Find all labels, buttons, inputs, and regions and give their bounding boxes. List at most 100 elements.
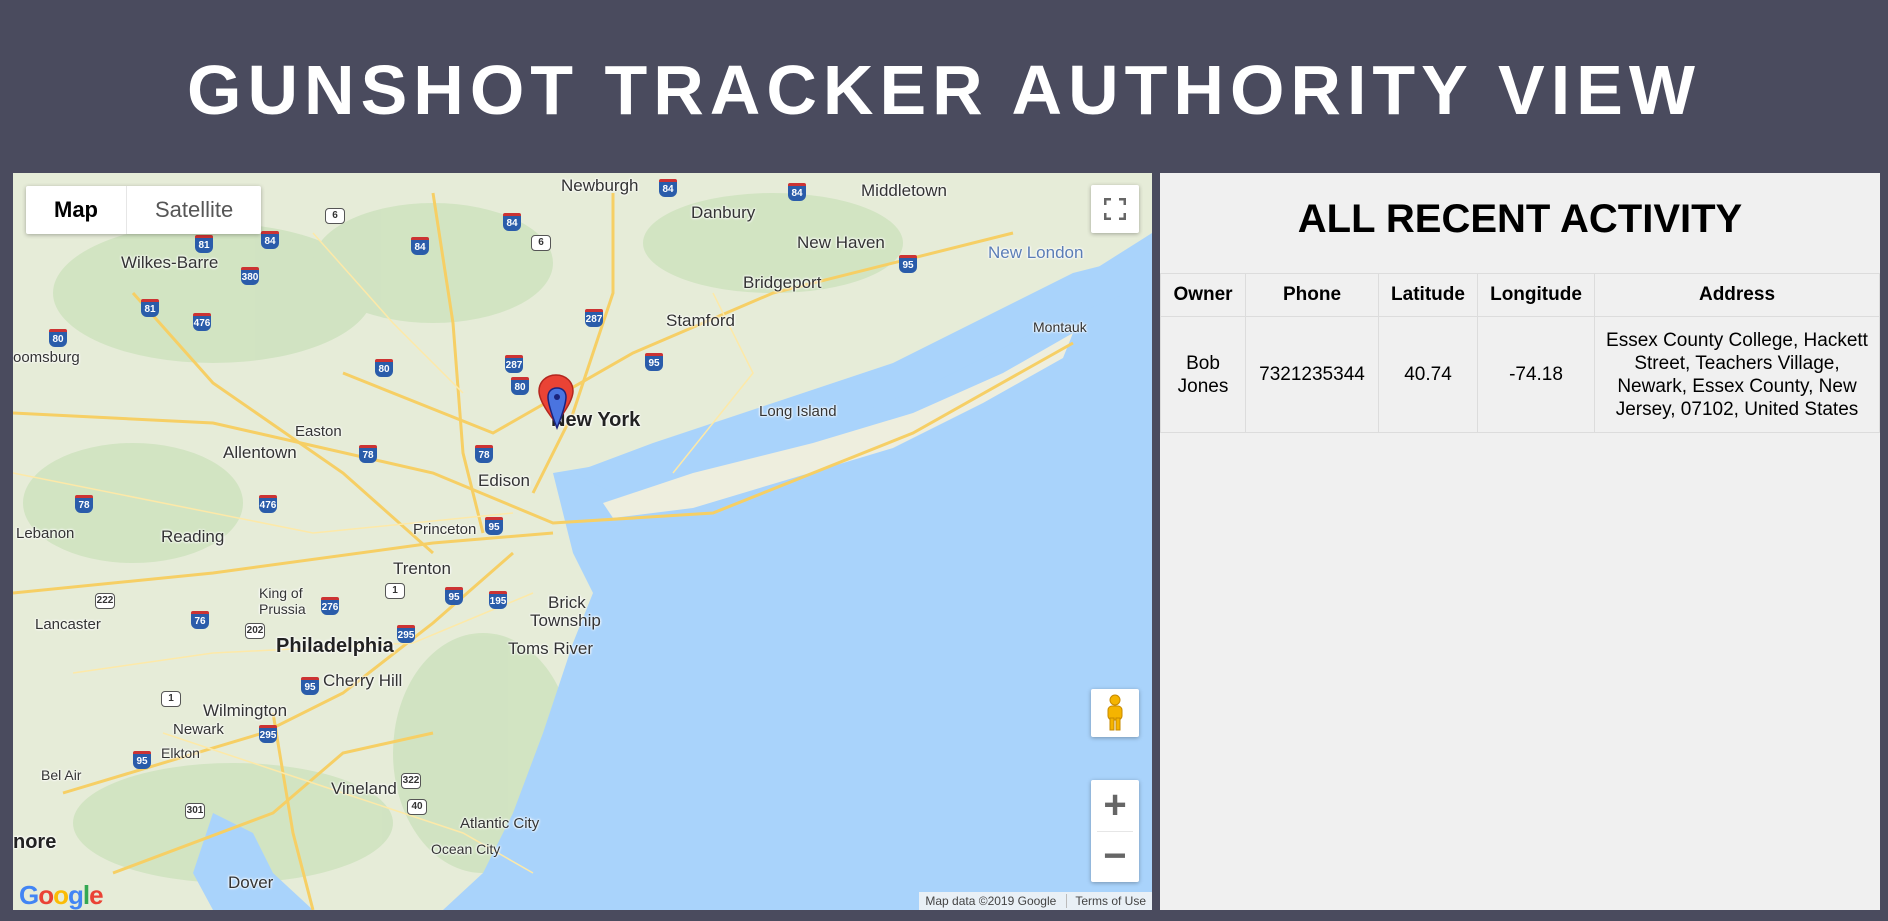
route-shield-6: 6: [531, 235, 551, 251]
map-label-vineland: Vineland: [331, 779, 397, 798]
cell-owner: Bob Jones: [1160, 316, 1246, 433]
route-shield-295: 295: [259, 725, 277, 743]
map-label-new-london: New London: [988, 243, 1084, 262]
route-shield-40: 40: [407, 799, 427, 815]
map-label-bel-air: Bel Air: [41, 767, 82, 783]
route-shield-78: 78: [75, 495, 93, 513]
activity-table: Owner Phone Latitude Longitude Address B…: [1160, 273, 1880, 433]
route-shield-95: 95: [899, 255, 917, 273]
route-shield-81: 81: [141, 299, 159, 317]
map-label-township: Township: [530, 611, 601, 630]
route-shield-95: 95: [645, 353, 663, 371]
route-shield-84: 84: [503, 213, 521, 231]
page-title: GUNSHOT TRACKER AUTHORITY VIEW: [187, 51, 1701, 129]
pegman-icon: [1107, 694, 1123, 731]
column-header-owner: Owner: [1160, 273, 1246, 317]
table-row[interactable]: Bob Jones 7321235344 40.74 -74.18 Essex …: [1160, 316, 1880, 433]
terms-of-use-link[interactable]: Terms of Use: [1066, 894, 1146, 908]
map-label-wilkes-barre: Wilkes-Barre: [121, 253, 219, 272]
column-header-latitude: Latitude: [1378, 273, 1478, 317]
route-shield-84: 84: [788, 183, 806, 201]
map-label-edison: Edison: [478, 471, 530, 490]
map-label-danbury: Danbury: [691, 203, 756, 222]
cell-phone: 7321235344: [1245, 316, 1379, 433]
zoom-control: + −: [1091, 780, 1139, 882]
route-shield-1: 1: [385, 583, 405, 599]
map-type-satellite-button[interactable]: Satellite: [127, 186, 261, 234]
route-shield-84: 84: [659, 179, 677, 197]
map-label-easton: Easton: [295, 423, 342, 440]
route-shield-195: 195: [489, 591, 507, 609]
column-header-address: Address: [1594, 273, 1880, 317]
map-label-cherry-hill: Cherry Hill: [323, 671, 403, 690]
map-label-trenton: Trenton: [393, 559, 451, 578]
map-label-reading: Reading: [161, 527, 225, 546]
location-marker-blue[interactable]: [546, 386, 568, 430]
route-shield-476: 476: [193, 313, 211, 331]
map-label-prussia: Prussia: [259, 601, 306, 617]
route-shield-222: 222: [95, 593, 115, 609]
map-label-newburgh: Newburgh: [561, 176, 639, 195]
map-label-lebanon: Lebanon: [16, 525, 75, 542]
cell-latitude: 40.74: [1378, 316, 1478, 433]
route-shield-84: 84: [261, 231, 279, 249]
route-shield-78: 78: [475, 445, 493, 463]
zoom-in-button[interactable]: +: [1091, 781, 1139, 831]
map-type-control: Map Satellite: [26, 186, 262, 234]
map-type-map-button[interactable]: Map: [26, 186, 127, 234]
zoom-out-button[interactable]: −: [1091, 832, 1139, 882]
column-header-phone: Phone: [1245, 273, 1379, 317]
map-label-ocean-city: Ocean City: [431, 841, 501, 857]
map-label-dover: Dover: [228, 873, 274, 892]
map-label-middletown: Middletown: [861, 181, 947, 200]
route-shield-95: 95: [485, 517, 503, 535]
map-label-brick: Brick: [548, 593, 586, 612]
route-shield-80: 80: [49, 329, 67, 347]
activity-title: ALL RECENT ACTIVITY: [1297, 197, 1743, 241]
route-shield-95: 95: [301, 677, 319, 695]
activity-panel: ALL RECENT ACTIVITY Owner Phone Latitude…: [1160, 173, 1880, 910]
route-shield-287: 287: [585, 309, 603, 327]
map-attribution: Map data ©2019 Google Terms of Use: [919, 892, 1152, 910]
route-shield-80: 80: [375, 359, 393, 377]
map-label-more: nore: [13, 831, 57, 853]
map-label-toms-river: Toms River: [508, 639, 594, 658]
route-shield-295: 295: [397, 625, 415, 643]
map-label-new-haven: New Haven: [797, 233, 885, 252]
map-label-stamford: Stamford: [666, 311, 735, 330]
map-label-wilmington: Wilmington: [203, 701, 288, 720]
map-label-philadelphia: Philadelphia: [276, 635, 394, 657]
map-data-credit: Map data ©2019 Google: [925, 894, 1057, 908]
route-shield-6: 6: [325, 208, 345, 224]
map-label-newark-de: Newark: [173, 721, 224, 738]
route-shield-76: 76: [191, 611, 209, 629]
route-shield-322: 322: [401, 773, 421, 789]
route-shield-276: 276: [321, 597, 339, 615]
route-shield-84: 84: [411, 237, 429, 255]
cell-address: Essex County College, Hackett Street, Te…: [1594, 316, 1880, 433]
route-shield-202: 202: [245, 623, 265, 639]
map-label-bloomsburg: oomsburg: [13, 349, 80, 366]
route-shield-301: 301: [185, 803, 205, 819]
route-shield-80: 80: [511, 377, 529, 395]
map-label-montauk: Montauk: [1033, 319, 1087, 335]
route-shield-78: 78: [359, 445, 377, 463]
route-shield-476: 476: [259, 495, 277, 513]
route-shield-95: 95: [133, 751, 151, 769]
route-shield-1: 1: [161, 691, 181, 707]
column-header-longitude: Longitude: [1477, 273, 1595, 317]
google-logo[interactable]: Google: [19, 880, 104, 910]
street-view-button[interactable]: [1091, 689, 1139, 737]
fullscreen-button[interactable]: [1091, 185, 1139, 233]
page-header: GUNSHOT TRACKER AUTHORITY VIEW: [0, 0, 1888, 172]
table-header-row: Owner Phone Latitude Longitude Address: [1160, 273, 1880, 317]
map-label-king-of: King of: [259, 585, 303, 601]
map-view[interactable]: Newburgh Middletown Danbury New Haven Ne…: [13, 173, 1152, 910]
map-label-bridgeport: Bridgeport: [743, 273, 822, 292]
map-label-allentown: Allentown: [223, 443, 297, 462]
route-shield-380: 380: [241, 267, 259, 285]
cell-longitude: -74.18: [1477, 316, 1595, 433]
map-label-elkton: Elkton: [161, 745, 200, 761]
map-label-long-island: Long Island: [759, 403, 837, 420]
fullscreen-icon: [1104, 198, 1126, 220]
